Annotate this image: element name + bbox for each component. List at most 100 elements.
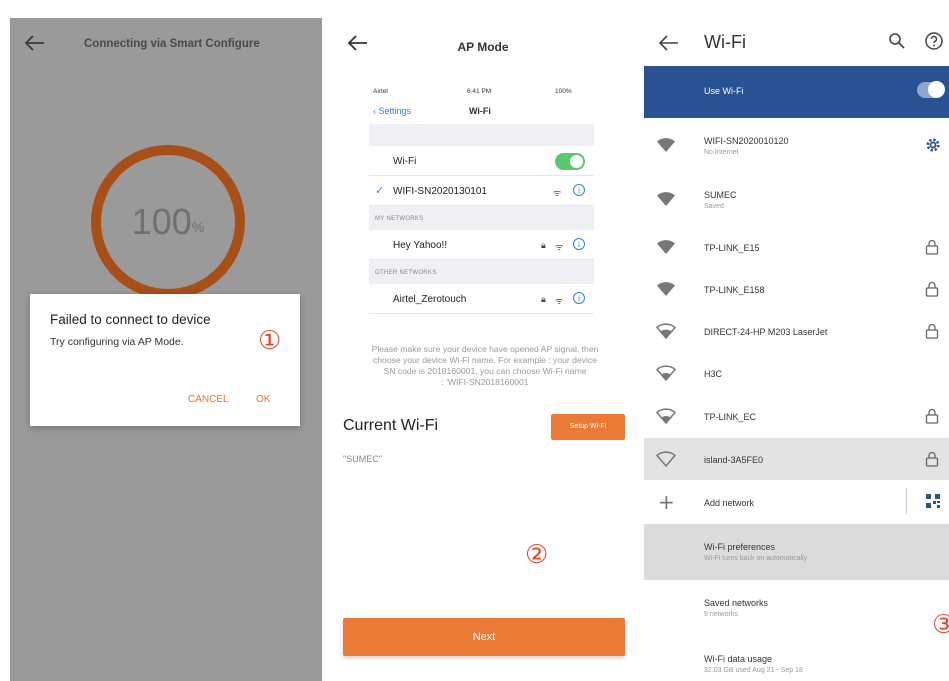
- lock-icon: [925, 451, 939, 467]
- time-label: 6:41 PM: [467, 88, 492, 95]
- lock-icon: 🔒︎: [541, 240, 546, 250]
- plus-icon: +: [658, 490, 675, 514]
- network-row[interactable]: island-3A5FE0: [644, 438, 949, 480]
- gear-icon[interactable]: [925, 137, 941, 153]
- info-icon: i: [573, 292, 585, 304]
- phone-nav-title: Wi-Fi: [469, 106, 491, 116]
- network-name: TP-LINK_EC: [704, 412, 757, 422]
- network-name: H3C: [704, 369, 723, 379]
- wifi-toggle: [555, 153, 585, 170]
- network-name: Airtel_Zerotouch: [393, 294, 467, 305]
- error-dialog: Failed to connect to device Try configur…: [30, 294, 300, 426]
- network-row[interactable]: TP-LINK_EC: [644, 394, 949, 438]
- info-icon: i: [573, 184, 585, 196]
- lock-icon: [925, 323, 939, 339]
- network-name: island-3A5FE0: [704, 455, 764, 465]
- info-icon: i: [573, 238, 585, 250]
- use-wifi-toggle[interactable]: [917, 81, 945, 98]
- network-row[interactable]: DIRECT-24-HP M203 LaserJet: [644, 310, 949, 352]
- lock-icon: [925, 408, 939, 424]
- ap-mode-screen: AP Mode Airtel 6:41 PM 100% ‹ Settings W…: [329, 18, 637, 681]
- current-ssid: "SUMEC": [343, 454, 382, 464]
- wifi-data-usage-title: Wi-Fi data usage: [704, 654, 773, 664]
- instructions-text: Please make sure your device have opened…: [347, 344, 623, 388]
- checkmark-icon: ✓: [375, 185, 385, 197]
- wifi-signal-icon: ᯤ: [555, 242, 564, 252]
- wifi-signal-icon: ᯤ: [555, 296, 564, 306]
- progress-value: 100: [131, 201, 192, 242]
- wifi-preferences-row[interactable]: Wi-Fi preferences Wi-Fi turns back on au…: [644, 524, 949, 580]
- back-arrow-icon[interactable]: [24, 32, 46, 54]
- back-arrow-icon[interactable]: [658, 32, 680, 54]
- connected-network-row: ✓ WIFI-SN2020130101 ᯤ i: [369, 176, 594, 206]
- lock-icon: 🔒︎: [541, 294, 546, 304]
- saved-networks-subtitle: 9 networks: [704, 611, 738, 618]
- page-title: AP Mode: [457, 40, 509, 54]
- android-wifi-settings: Wi-Fi Use Wi-Fi WIFI-SN2020010120 No Int…: [644, 18, 949, 681]
- network-row[interactable]: TP-LINK_E158: [644, 268, 949, 310]
- my-networks-header-label: MY NETWORKS: [375, 216, 424, 222]
- network-row[interactable]: SUMEC Saved: [644, 172, 949, 226]
- saved-networks-row[interactable]: Saved networks 9 networks: [644, 580, 949, 636]
- network-row[interactable]: H3C: [644, 352, 949, 394]
- current-wifi-heading: Current Wi-Fi: [343, 417, 439, 434]
- step-marker-2: ②: [525, 540, 549, 570]
- wifi-data-usage-subtitle: 32.03 GB used Aug 21 - Sep 18: [704, 667, 803, 674]
- page-title: Connecting via Smart Configure: [84, 38, 260, 50]
- dialog-message: Try configuring via AP Mode.: [50, 336, 184, 348]
- other-networks-header-label: OTHER NETWORKS: [375, 270, 437, 276]
- other-networks-header: OTHER NETWORKS: [369, 260, 594, 284]
- divider: [906, 488, 907, 514]
- add-network-label: Add network: [704, 498, 755, 508]
- settings-back-label: Settings: [378, 106, 412, 116]
- lock-icon: [925, 281, 939, 297]
- progress-readout: 100 %: [88, 142, 248, 302]
- instructions-line: choose your device Wi-Fi name. For examp…: [372, 355, 597, 365]
- next-button[interactable]: Next: [343, 618, 625, 656]
- setup-wifi-button[interactable]: Setup Wi-Fi: [551, 414, 625, 440]
- wifi-label: Wi-Fi: [393, 156, 417, 167]
- use-wifi-label: Use Wi-Fi: [704, 86, 744, 96]
- carrier-label: Airtel: [373, 88, 388, 95]
- dialog-title: Failed to connect to device: [50, 312, 211, 327]
- instructions-line: SN code is 2018160001, you can choose Wi…: [383, 366, 587, 376]
- network-name: TP-LINK_E158: [704, 285, 765, 295]
- wifi-preferences-title: Wi-Fi preferences: [704, 542, 776, 552]
- search-icon[interactable]: [888, 32, 906, 50]
- qr-code-icon[interactable]: [926, 494, 940, 508]
- network-status: Saved: [704, 203, 724, 210]
- battery-label: 100%: [555, 88, 572, 95]
- instructions-line: Please make sure your device have opened…: [371, 344, 599, 354]
- network-name: Hey Yahoo!!: [393, 240, 448, 251]
- network-name: DIRECT-24-HP M203 LaserJet: [704, 327, 828, 337]
- network-row[interactable]: WIFI-SN2020010120 No Internet: [644, 118, 949, 172]
- add-network-row[interactable]: + Add network: [644, 480, 949, 524]
- instructions-line: : 'WIFI-SN2018160001: [441, 377, 529, 387]
- wifi-signal-icon: [657, 192, 675, 206]
- network-name: SUMEC: [704, 190, 737, 200]
- network-status: No Internet: [704, 149, 739, 156]
- network-name: WIFI-SN2020010120: [704, 136, 789, 146]
- ok-button[interactable]: OK: [256, 394, 270, 405]
- network-row[interactable]: TP-LINK_E15: [644, 226, 949, 268]
- connected-network-name: WIFI-SN2020130101: [393, 186, 487, 197]
- my-network-row: Hey Yahoo!! 🔒︎ ᯤ i: [369, 230, 594, 260]
- wifi-signal-icon: [657, 240, 675, 254]
- spacer: [369, 124, 594, 146]
- wifi-signal-icon: [656, 365, 676, 381]
- help-icon[interactable]: [924, 31, 944, 51]
- network-name: TP-LINK_E15: [704, 243, 760, 253]
- wifi-preferences-subtitle: Wi-Fi turns back on automatically: [704, 555, 808, 562]
- wifi-data-usage-row[interactable]: Wi-Fi data usage 32.03 GB used Aug 21 - …: [644, 636, 949, 681]
- settings-back-link: ‹ Settings: [373, 106, 412, 116]
- wifi-signal-icon: [656, 323, 676, 339]
- wifi-signal-icon: [656, 451, 676, 467]
- step-marker-1: ①: [258, 326, 282, 356]
- wifi-signal-icon: ᯤ: [553, 188, 562, 198]
- use-wifi-row[interactable]: Use Wi-Fi: [644, 66, 949, 118]
- wifi-signal-icon: [657, 138, 675, 152]
- cancel-button[interactable]: CANCEL: [188, 394, 229, 405]
- progress-unit: %: [191, 219, 205, 235]
- lock-icon: [925, 239, 939, 255]
- other-network-row: Airtel_Zerotouch 🔒︎ ᯤ i: [369, 284, 594, 314]
